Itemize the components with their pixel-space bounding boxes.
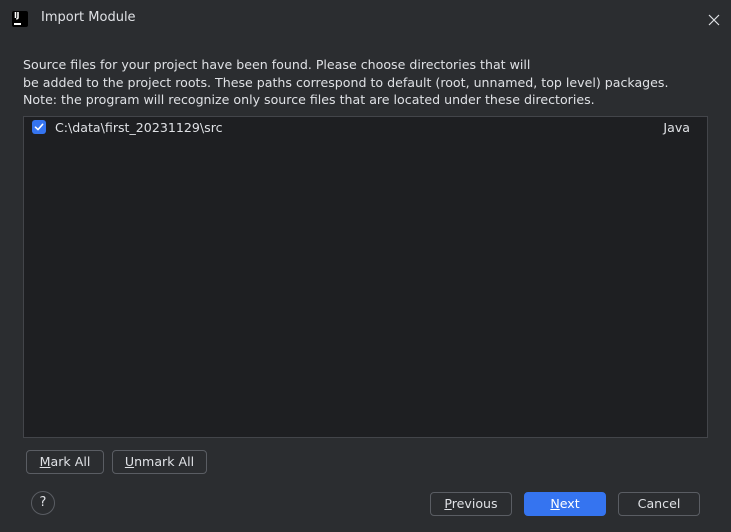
close-button[interactable] <box>702 8 726 32</box>
source-root-path: C:\data\first_20231129\src <box>55 120 223 135</box>
help-button[interactable]: ? <box>31 491 55 515</box>
list-item[interactable]: C:\data\first_20231129\src Java <box>24 117 707 139</box>
close-icon <box>708 14 720 26</box>
dialog-title: Import Module <box>41 10 136 25</box>
description-text: Source files for your project have been … <box>23 56 713 109</box>
source-root-checkbox[interactable] <box>32 120 46 134</box>
import-module-dialog: IJ Import Module Source files for your p… <box>0 0 731 532</box>
mnemonic: P <box>444 496 452 511</box>
cancel-button[interactable]: Cancel <box>618 492 700 516</box>
mnemonic: U <box>124 454 135 469</box>
description-line: Note: the program will recognize only so… <box>23 92 595 107</box>
next-button[interactable]: Next <box>524 492 606 516</box>
description-line: be added to the project roots. These pat… <box>23 74 669 90</box>
source-root-type: Java <box>663 120 690 135</box>
mark-all-button[interactable]: Mark All <box>26 450 104 474</box>
button-label: ark All <box>50 454 91 469</box>
title-bar: IJ Import Module <box>0 0 731 38</box>
button-label: revious <box>451 496 498 511</box>
previous-button[interactable]: Previous <box>430 492 512 516</box>
button-label: ext <box>559 496 580 511</box>
button-label: nmark All <box>134 454 195 469</box>
source-roots-list[interactable]: C:\data\first_20231129\src Java <box>23 116 708 438</box>
unmark-all-button[interactable]: Unmark All <box>112 450 207 474</box>
intellij-icon: IJ <box>12 11 28 27</box>
description-line: Source files for your project have been … <box>23 57 531 72</box>
mnemonic: N <box>550 496 560 511</box>
check-icon <box>34 123 44 131</box>
mnemonic: M <box>39 454 51 469</box>
